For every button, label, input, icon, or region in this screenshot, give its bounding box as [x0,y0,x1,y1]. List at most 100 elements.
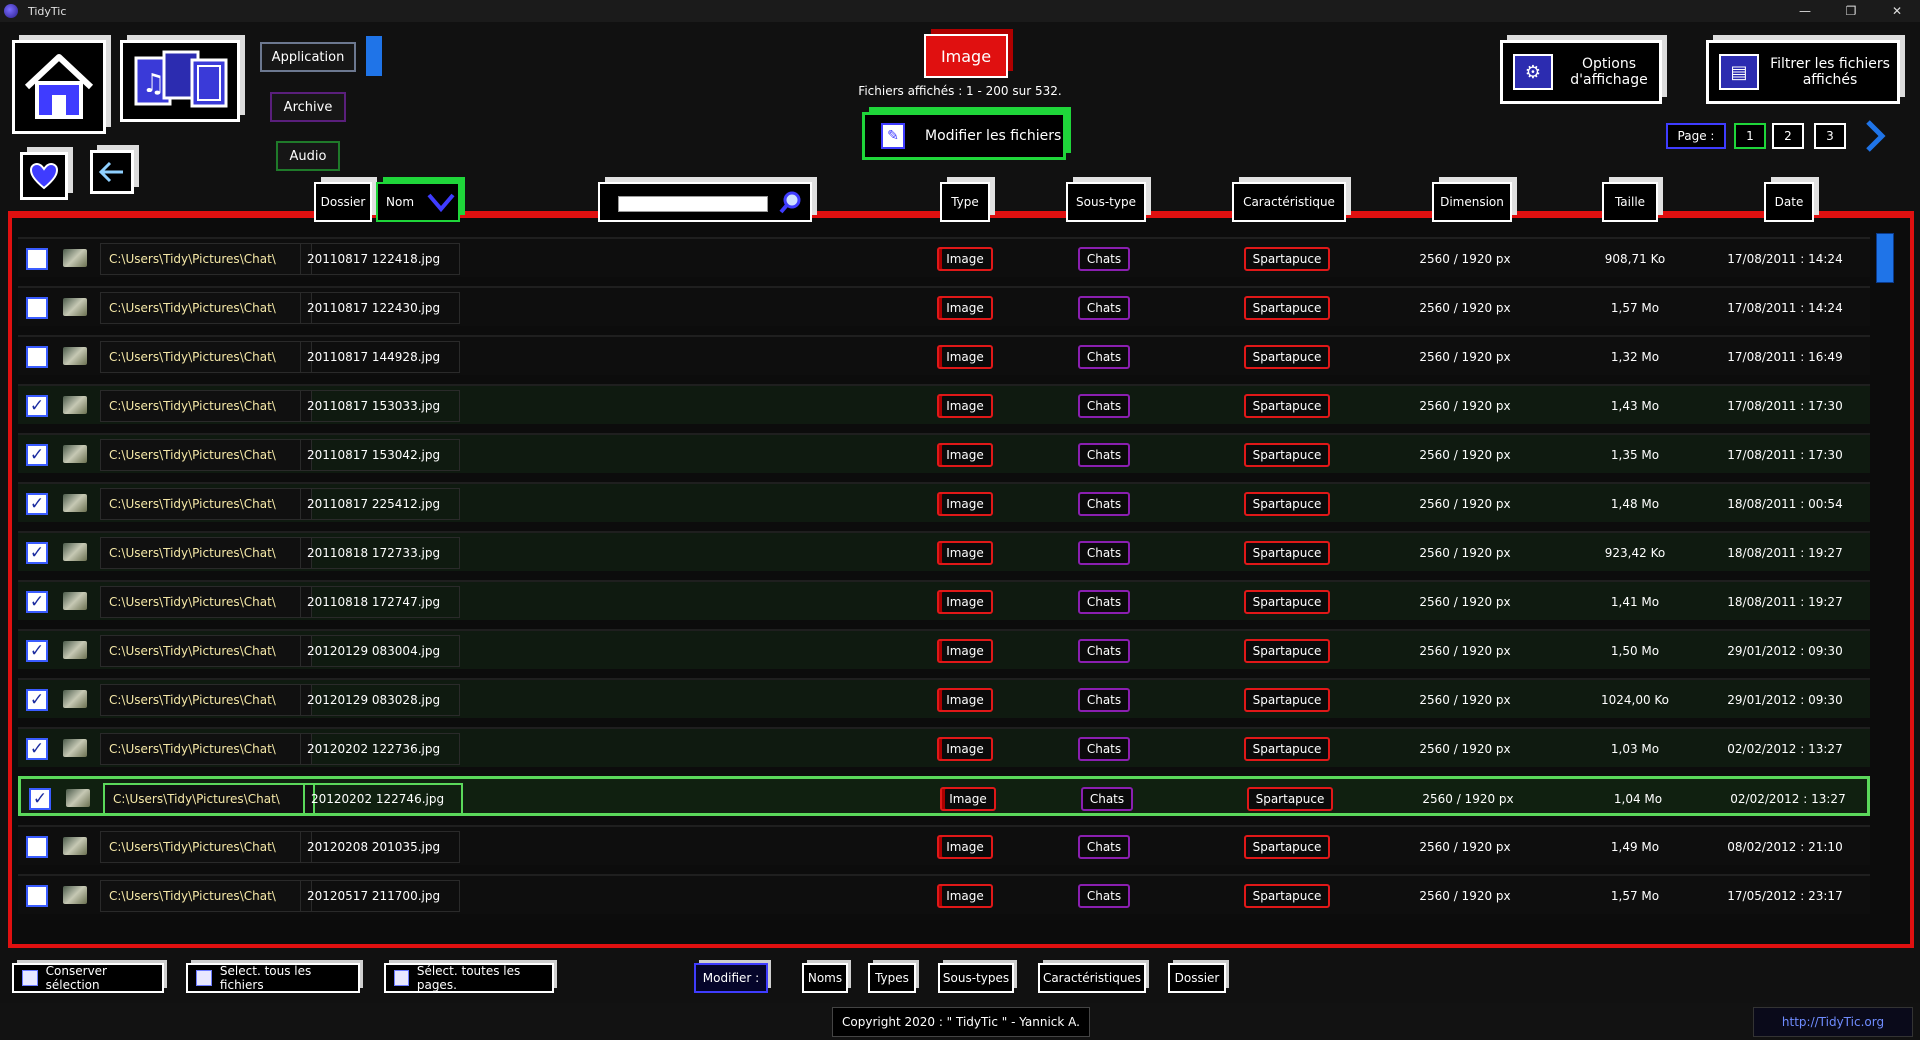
modify-characteristics-button[interactable]: Caractéristiques [1038,963,1146,993]
row-subtype-tag[interactable]: Chats [1078,296,1130,320]
display-options-button[interactable]: ⚙ Options d'affichage [1500,40,1662,104]
modify-folder-button[interactable]: Dossier [1168,963,1226,993]
row-file-name[interactable]: 20120517 211700.jpg [300,880,460,912]
column-soustype[interactable]: Sous-type [1066,182,1146,222]
row-file-name[interactable]: 20110818 172733.jpg [300,537,460,569]
search-icon[interactable] [778,190,804,216]
row-file-name[interactable]: 20120202 122746.jpg [303,783,463,815]
table-row[interactable]: ✓ C:\Users\Tidy\Pictures\Chat\ 20120202 12… [18,776,1870,816]
media-button[interactable]: ♫ [120,40,240,122]
row-subtype-tag[interactable]: Chats [1078,443,1130,467]
row-checkbox[interactable]: ✓ [26,640,48,662]
row-characteristic-tag[interactable]: Spartapuce [1244,541,1330,565]
row-checkbox[interactable]: ✓ [26,738,48,760]
row-checkbox[interactable] [26,297,48,319]
search-input[interactable] [618,196,768,212]
table-row[interactable]: ✓ C:\Users\Tidy\Pictures\Chat\ 20110818 17… [18,580,1870,620]
column-dimension[interactable]: Dimension [1432,182,1512,222]
table-row[interactable]: ✓ C:\Users\Tidy\Pictures\Chat\ 20120202 12… [18,727,1870,767]
row-checkbox[interactable]: ✓ [26,493,48,515]
row-file-name[interactable]: 20120202 122736.jpg [300,733,460,765]
back-button[interactable] [90,150,134,194]
row-checkbox[interactable] [26,248,48,270]
row-characteristic-tag[interactable]: Spartapuce [1244,247,1330,271]
modify-files-button[interactable]: ✎ Modifier les fichiers [862,112,1066,160]
column-nom[interactable]: Nom [376,182,460,222]
table-row[interactable]: ✓ C:\Users\Tidy\Pictures\Chat\ 20110817 22… [18,482,1870,522]
row-file-name[interactable]: 20110817 225412.jpg [300,488,460,520]
row-characteristic-tag[interactable]: Spartapuce [1244,688,1330,712]
row-type-tag[interactable]: Image [937,492,993,516]
row-file-name[interactable]: 20110817 122430.jpg [300,292,460,324]
row-characteristic-tag[interactable]: Spartapuce [1244,835,1330,859]
row-type-tag[interactable]: Image [937,884,993,908]
nav-archive-button[interactable]: Archive [270,92,346,122]
row-file-name[interactable]: 20110818 172747.jpg [300,586,460,618]
row-subtype-tag[interactable]: Chats [1078,394,1130,418]
row-characteristic-tag[interactable]: Spartapuce [1244,345,1330,369]
table-row[interactable]: ✓ C:\Users\Tidy\Pictures\Chat\ 20110817 15… [18,433,1870,473]
row-type-tag[interactable]: Image [937,394,993,418]
maximize-button[interactable]: ❐ [1828,0,1874,22]
row-subtype-tag[interactable]: Chats [1078,688,1130,712]
nav-application-button[interactable]: Application [260,42,356,72]
row-checkbox[interactable]: ✓ [26,444,48,466]
row-type-tag[interactable]: Image [940,787,996,811]
row-file-name[interactable]: 20120129 083004.jpg [300,635,460,667]
column-type[interactable]: Type [940,182,990,222]
next-page-button[interactable] [1860,118,1890,154]
row-subtype-tag[interactable]: Chats [1078,492,1130,516]
table-row[interactable]: C:\Users\Tidy\Pictures\Chat\ 20110817 122… [18,237,1870,277]
column-date[interactable]: Date [1764,182,1814,222]
row-checkbox[interactable]: ✓ [26,689,48,711]
row-characteristic-tag[interactable]: Spartapuce [1244,590,1330,614]
row-characteristic-tag[interactable]: Spartapuce [1244,443,1330,467]
row-type-tag[interactable]: Image [937,737,993,761]
row-file-name[interactable]: 20120208 201035.jpg [300,831,460,863]
row-subtype-tag[interactable]: Chats [1078,541,1130,565]
row-subtype-tag[interactable]: Chats [1078,884,1130,908]
row-subtype-tag[interactable]: Chats [1078,639,1130,663]
keep-selection-button[interactable]: Conserver sélection [12,963,164,993]
row-checkbox[interactable]: ✓ [26,395,48,417]
modify-subtypes-button[interactable]: Sous-types [938,963,1014,993]
table-row[interactable]: C:\Users\Tidy\Pictures\Chat\ 20120208 201… [18,825,1870,865]
column-taille[interactable]: Taille [1602,182,1658,222]
row-type-tag[interactable]: Image [937,639,993,663]
select-all-pages-button[interactable]: Sélect. toutes les pages. [384,963,554,993]
column-dossier[interactable]: Dossier [314,182,372,222]
table-row[interactable]: ✓ C:\Users\Tidy\Pictures\Chat\ 20120129 08… [18,629,1870,669]
row-checkbox[interactable]: ✓ [29,788,51,810]
row-characteristic-tag[interactable]: Spartapuce [1247,787,1333,811]
close-button[interactable]: ✕ [1874,0,1920,22]
row-checkbox[interactable] [26,836,48,858]
row-file-name[interactable]: 20120129 083028.jpg [300,684,460,716]
current-type-button[interactable]: Image [924,34,1008,78]
row-type-tag[interactable]: Image [937,247,993,271]
row-characteristic-tag[interactable]: Spartapuce [1244,639,1330,663]
nav-audio-button[interactable]: Audio [276,141,340,171]
row-subtype-tag[interactable]: Chats [1078,590,1130,614]
row-file-name[interactable]: 20110817 122418.jpg [300,243,460,275]
row-type-tag[interactable]: Image [937,590,993,614]
row-subtype-tag[interactable]: Chats [1081,787,1133,811]
filter-files-button[interactable]: ▤ Filtrer les fichiers affichés [1706,40,1900,104]
row-subtype-tag[interactable]: Chats [1078,247,1130,271]
website-link[interactable]: http://TidyTic.org [1753,1007,1913,1037]
select-all-files-button[interactable]: Select. tous les fichiers [186,963,360,993]
row-file-name[interactable]: 20110817 144928.jpg [300,341,460,373]
row-subtype-tag[interactable]: Chats [1078,345,1130,369]
table-row[interactable]: C:\Users\Tidy\Pictures\Chat\ 20110817 122… [18,286,1870,326]
row-type-tag[interactable]: Image [937,541,993,565]
page-3-button[interactable]: 3 [1814,123,1846,149]
row-characteristic-tag[interactable]: Spartapuce [1244,884,1330,908]
table-row[interactable]: ✓ C:\Users\Tidy\Pictures\Chat\ 20110818 17… [18,531,1870,571]
row-type-tag[interactable]: Image [937,835,993,859]
row-characteristic-tag[interactable]: Spartapuce [1244,492,1330,516]
row-characteristic-tag[interactable]: Spartapuce [1244,737,1330,761]
row-characteristic-tag[interactable]: Spartapuce [1244,296,1330,320]
row-file-name[interactable]: 20110817 153033.jpg [300,390,460,422]
page-2-button[interactable]: 2 [1772,123,1804,149]
row-checkbox[interactable]: ✓ [26,542,48,564]
table-row[interactable]: ✓ C:\Users\Tidy\Pictures\Chat\ 20120129 08… [18,678,1870,718]
